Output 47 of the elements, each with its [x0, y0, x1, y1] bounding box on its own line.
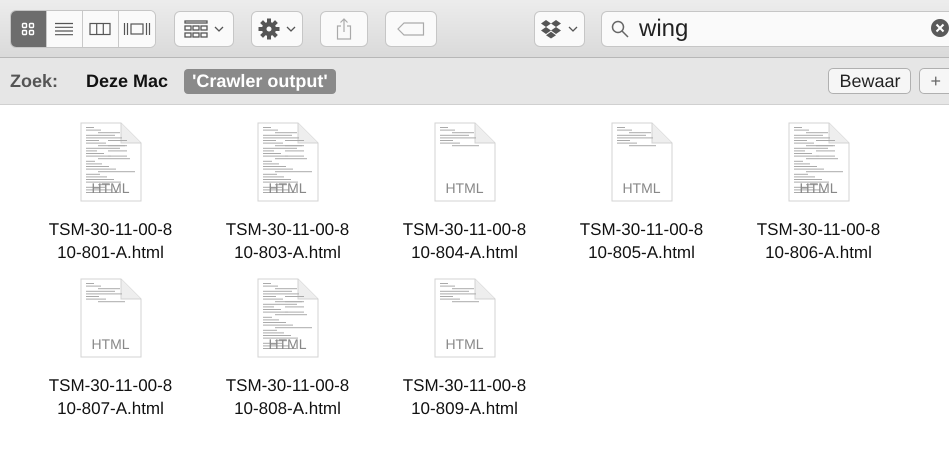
arrange-button[interactable] [174, 10, 234, 46]
file-name[interactable]: TSM-30-11-00-8 10-801-A.html [48, 218, 172, 264]
file-type-label: HTML [444, 180, 485, 196]
chevron-down-icon [286, 26, 296, 32]
document-icon [434, 122, 496, 202]
scope-tab[interactable]: Deze Mac [78, 68, 176, 94]
file-type-label: HTML [90, 180, 131, 196]
file-type-label: HTML [621, 180, 662, 196]
file-name[interactable]: TSM-30-11-00-8 10-805-A.html [580, 218, 704, 264]
file-type-label: HTML [90, 336, 131, 352]
document-icon [256, 122, 318, 202]
document-icon [434, 278, 496, 358]
action-button[interactable] [251, 10, 304, 46]
view-mode-tab[interactable] [11, 10, 47, 46]
icon-view-icon [21, 22, 36, 36]
file-name[interactable]: TSM-30-11-00-8 10-809-A.html [402, 374, 526, 420]
grid-icon [184, 20, 208, 38]
file-name[interactable]: TSM-30-11-00-8 10-806-A.html [756, 218, 880, 264]
add-button[interactable]: + [919, 68, 949, 94]
list-view-icon [54, 22, 74, 36]
file-type-label: HTML [798, 180, 839, 196]
file-name[interactable]: TSM-30-11-00-8 10-803-A.html [226, 218, 350, 264]
share-icon [336, 18, 352, 40]
chevron-down-icon [214, 26, 224, 32]
search-label: Zoek: [10, 70, 58, 92]
document-icon [256, 278, 318, 358]
gear-icon [258, 18, 280, 40]
chevron-down-icon [568, 26, 578, 32]
document-icon [80, 122, 142, 202]
file-name[interactable]: TSM-30-11-00-8 10-804-A.html [402, 218, 526, 264]
document-icon [610, 122, 672, 202]
file-name[interactable]: TSM-30-11-00-8 10-808-A.html [226, 374, 350, 420]
document-icon [80, 278, 142, 358]
cover-flow-view-icon [122, 22, 151, 36]
dropbox-icon [540, 18, 562, 38]
file-type-label: HTML [444, 336, 485, 352]
file-type-label: HTML [267, 336, 308, 352]
view-switcher[interactable] [10, 10, 156, 48]
column-view-icon [89, 22, 112, 36]
file-type-label: HTML [267, 180, 308, 196]
save-button[interactable]: Bewaar [828, 68, 912, 94]
tag-icon [396, 22, 425, 36]
file-name[interactable]: TSM-30-11-00-8 10-807-A.html [48, 374, 172, 420]
document-icon [788, 122, 850, 202]
search-field[interactable]: wing [601, 10, 949, 46]
clear-icon[interactable] [931, 18, 949, 36]
dropbox-button[interactable] [534, 10, 585, 46]
